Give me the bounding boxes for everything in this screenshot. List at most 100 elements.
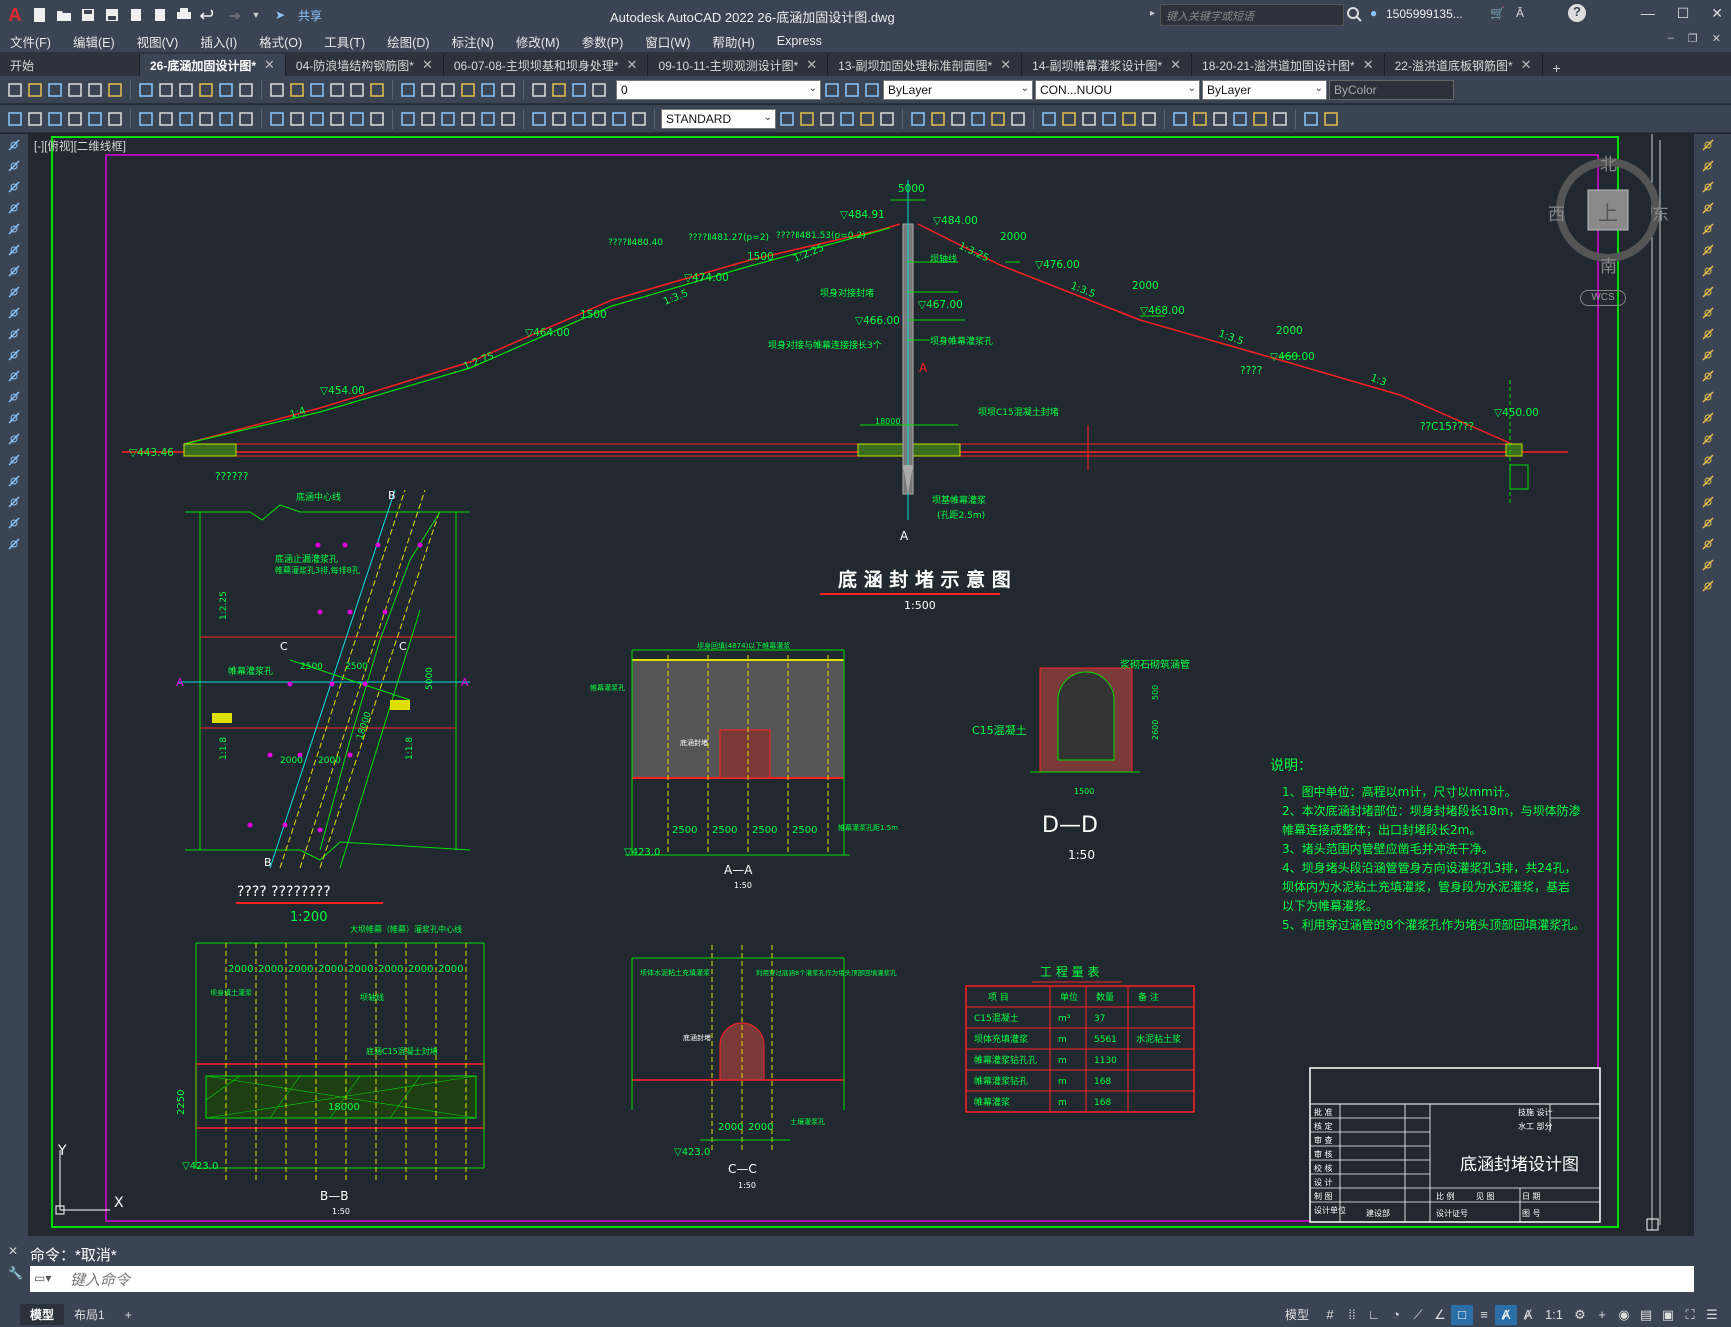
plus-icon[interactable]: + xyxy=(1591,1305,1613,1325)
calc-icon[interactable] xyxy=(439,81,457,99)
tab-close-icon[interactable]: ✕ xyxy=(1521,57,1532,73)
divide-icon[interactable] xyxy=(1694,554,1722,575)
redo-icon[interactable] xyxy=(222,5,242,25)
arc-icon[interactable] xyxy=(0,239,28,260)
otrack-icon[interactable]: ∠ xyxy=(1429,1305,1451,1325)
menu-item[interactable]: 工具(T) xyxy=(324,32,365,51)
compass-west[interactable]: 西 xyxy=(1548,200,1565,225)
menu-item[interactable]: 修改(M) xyxy=(516,32,560,51)
tab-close-icon[interactable]: ✕ xyxy=(806,57,817,73)
clean-screen-icon[interactable]: ▣ xyxy=(1657,1305,1679,1325)
multiline-text-icon[interactable] xyxy=(0,512,28,533)
spline-icon[interactable] xyxy=(0,302,28,323)
chevron-down-icon[interactable]: ▼ xyxy=(246,5,266,25)
ellipse-arc-icon[interactable] xyxy=(0,344,28,365)
dim-linear-icon[interactable] xyxy=(439,110,457,128)
blend-icon[interactable] xyxy=(1694,470,1722,491)
construction-line-icon[interactable] xyxy=(0,155,28,176)
drawing-canvas[interactable]: ▽443.46 ▽454.00 ▽464.00 ▽474.00 ▽484.91 … xyxy=(28,134,1694,1236)
dim-ordinate-icon[interactable] xyxy=(66,110,84,128)
new-icon[interactable] xyxy=(6,81,24,99)
copy-icon[interactable] xyxy=(157,81,175,99)
sheet-set-icon[interactable] xyxy=(399,81,417,99)
copy-icon[interactable] xyxy=(1694,155,1722,176)
ortho-icon[interactable]: ∟ xyxy=(1363,1305,1385,1325)
annotation-visibility-icon[interactable]: Ⱥ xyxy=(1517,1305,1539,1325)
stretch-icon[interactable] xyxy=(1694,302,1722,323)
menu-item[interactable]: 绘图(D) xyxy=(387,32,429,51)
design-center-icon[interactable] xyxy=(348,81,366,99)
cut-icon[interactable] xyxy=(137,81,155,99)
tab-document[interactable]: 04-防浪墙结构钢筋图* ✕ xyxy=(286,54,444,76)
menu-item[interactable]: 窗口(W) xyxy=(645,32,690,51)
open-web-icon[interactable] xyxy=(126,5,146,25)
wrench-icon[interactable]: 🔧 xyxy=(8,1266,23,1280)
search-input[interactable]: 键入关键字或短语 xyxy=(1160,4,1344,26)
redo-icon[interactable] xyxy=(237,81,255,99)
dim-ordinate-icon[interactable] xyxy=(499,110,517,128)
named-view-icon[interactable] xyxy=(818,110,836,128)
osnap-icon[interactable]: □ xyxy=(1451,1304,1473,1325)
customize-icon[interactable]: ☰ xyxy=(1701,1305,1723,1325)
dim-baseline-icon[interactable] xyxy=(630,110,648,128)
ortho-view-icon[interactable] xyxy=(798,110,816,128)
menu-item[interactable]: 格式(O) xyxy=(259,32,302,51)
chamfer-icon[interactable] xyxy=(1694,428,1722,449)
fullscreen-icon[interactable]: ⛶ xyxy=(1679,1305,1701,1325)
extend-icon[interactable] xyxy=(1694,344,1722,365)
material-icon[interactable] xyxy=(929,110,947,128)
close-icon[interactable]: ✕ xyxy=(8,1244,18,1258)
dim-break-icon[interactable] xyxy=(268,110,286,128)
tab-close-icon[interactable]: ✕ xyxy=(1170,57,1181,73)
menu-item[interactable]: 编辑(E) xyxy=(73,32,115,51)
save-as-icon[interactable] xyxy=(102,5,122,25)
save-icon[interactable] xyxy=(530,81,548,99)
paste-icon[interactable] xyxy=(177,81,195,99)
render-icon[interactable] xyxy=(878,110,896,128)
material-icon[interactable] xyxy=(1140,110,1158,128)
menu-item[interactable]: 文件(F) xyxy=(10,32,51,51)
new-icon[interactable] xyxy=(30,5,50,25)
revcloud-icon[interactable] xyxy=(0,281,28,302)
menu-item[interactable]: Express xyxy=(777,34,822,48)
lineweight-icon[interactable]: ≡ xyxy=(1473,1305,1495,1325)
properties-icon[interactable] xyxy=(328,81,346,99)
command-input[interactable]: 键入命令 xyxy=(30,1266,1694,1292)
dim-diameter-icon[interactable] xyxy=(137,110,155,128)
user-icon[interactable]: ● xyxy=(1370,6,1377,20)
polyline-icon[interactable] xyxy=(0,176,28,197)
doc-minimize-icon[interactable]: – xyxy=(1668,32,1674,45)
help-icon[interactable] xyxy=(459,81,477,99)
compass-east[interactable]: 东 xyxy=(1652,200,1669,225)
share-icon[interactable]: ➤ xyxy=(270,5,290,25)
viewcube[interactable]: 北 南 东 西 上 WCS xyxy=(1548,150,1669,310)
tab-close-icon[interactable]: ✕ xyxy=(1000,57,1011,73)
publish-icon[interactable] xyxy=(590,81,608,99)
open-icon[interactable] xyxy=(499,81,517,99)
mirror-icon[interactable] xyxy=(1694,176,1722,197)
menu-item[interactable]: 视图(V) xyxy=(137,32,179,51)
hatch-icon[interactable] xyxy=(0,428,28,449)
circle-icon[interactable] xyxy=(0,260,28,281)
preview-icon[interactable] xyxy=(86,81,104,99)
user-name[interactable]: 1505999135... xyxy=(1386,7,1463,21)
view-icon[interactable] xyxy=(989,110,1007,128)
open-icon[interactable] xyxy=(54,5,74,25)
align-icon[interactable] xyxy=(1694,512,1722,533)
jogged-linear-icon[interactable] xyxy=(348,110,366,128)
add-selected-icon[interactable] xyxy=(0,533,28,554)
ortho-view-icon[interactable] xyxy=(1009,110,1027,128)
walk-icon[interactable] xyxy=(969,110,987,128)
tool-palette-icon[interactable] xyxy=(368,81,386,99)
tab-close-icon[interactable]: ✕ xyxy=(264,57,275,73)
scale-label[interactable]: 1:1 xyxy=(1539,1305,1569,1325)
dim-arc-icon[interactable] xyxy=(479,110,497,128)
hardware-accel-icon[interactable]: ▤ xyxy=(1635,1305,1657,1325)
light-icon[interactable] xyxy=(909,110,927,128)
inspect-icon[interactable] xyxy=(328,110,346,128)
search-icon[interactable] xyxy=(1346,6,1362,25)
help-icon[interactable]: ? xyxy=(1568,4,1586,22)
dropdown-select[interactable]: CON...NUOU ⌄ xyxy=(1035,79,1200,100)
array-icon[interactable] xyxy=(1694,218,1722,239)
dim-edit-icon[interactable] xyxy=(368,110,386,128)
